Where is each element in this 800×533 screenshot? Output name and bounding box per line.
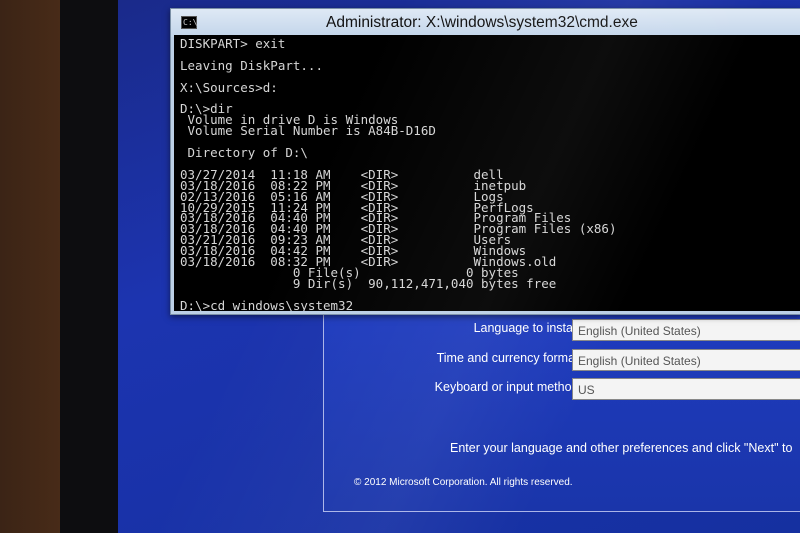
console-output[interactable]: DISKPART> exit Leaving DiskPart... X:\Sour… bbox=[174, 35, 800, 311]
console-line: DISKPART> exit bbox=[180, 36, 286, 51]
windows-setup-dialog: Language to install: English (United Sta… bbox=[323, 300, 800, 512]
time-currency-select[interactable]: English (United States) bbox=[572, 349, 800, 371]
language-label: Language to install: bbox=[473, 321, 582, 335]
console-line: Directory of D:\ bbox=[180, 145, 308, 160]
copyright-text: © 2012 Microsoft Corporation. All rights… bbox=[354, 477, 573, 488]
language-select[interactable]: English (United States) bbox=[572, 319, 800, 341]
command-prompt-window[interactable]: C:\ Administrator: X:\windows\system32\c… bbox=[170, 8, 800, 315]
console-line: D:\>cd windows\system32 bbox=[180, 297, 354, 311]
console-line: Leaving DiskPart... bbox=[180, 57, 323, 73]
time-currency-label: Time and currency format: bbox=[436, 351, 582, 365]
time-currency-row: Time and currency format: English (Unite… bbox=[324, 349, 800, 371]
cmd-icon: C:\ bbox=[181, 16, 198, 29]
keyboard-select[interactable]: US bbox=[572, 378, 800, 400]
setup-instructions: Enter your language and other preference… bbox=[450, 441, 793, 455]
console-line: X:\Sources>d: bbox=[180, 79, 278, 95]
language-row: Language to install: English (United Sta… bbox=[324, 319, 800, 341]
title-bar[interactable]: C:\ Administrator: X:\windows\system32\c… bbox=[171, 9, 800, 37]
console-line: Volume Serial Number is A84B-D16D bbox=[180, 123, 436, 139]
console-line: 9 Dir(s) 90,112,471,040 bytes free bbox=[180, 275, 557, 291]
keyboard-label: Keyboard or input method: bbox=[434, 380, 582, 394]
keyboard-row: Keyboard or input method: US bbox=[324, 378, 800, 400]
window-title: Administrator: X:\windows\system32\cmd.e… bbox=[326, 14, 638, 31]
